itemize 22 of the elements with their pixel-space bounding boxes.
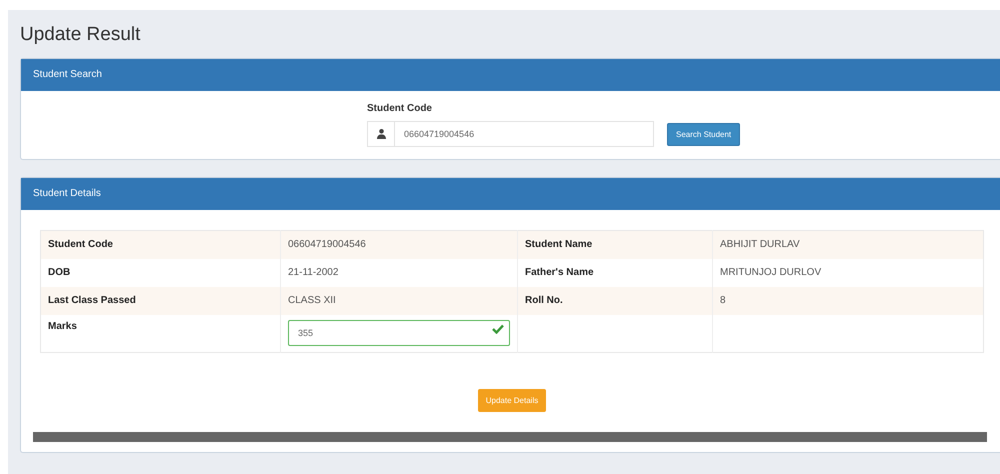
user-icon — [376, 129, 386, 139]
field-label: Student Code — [367, 103, 433, 114]
table-cell: 06604719004546 — [280, 230, 518, 258]
table-cell: Marks — [40, 314, 280, 352]
table-cell: Student Name — [518, 230, 712, 258]
table-cell: Roll No. — [518, 286, 712, 314]
table-cell: ABHIJIT DURLAV — [712, 230, 984, 258]
table-cell: 8 — [712, 286, 984, 314]
marks-field[interactable]: 355 — [288, 320, 510, 346]
table-cell: DOB — [40, 258, 280, 286]
table-cell: Student Code — [40, 230, 280, 258]
check-icon — [492, 324, 504, 334]
field-value: 06604719004546 — [404, 129, 474, 139]
table-cell: CLASS XII — [280, 286, 518, 314]
student-code-field[interactable]: 06604719004546 — [367, 121, 654, 147]
table-cell: Last Class Passed — [40, 286, 280, 314]
panel-heading: Student Search — [21, 59, 1000, 91]
page-title: Update Result — [20, 24, 142, 46]
scrollbar[interactable] — [33, 432, 987, 442]
panel-heading: Student Details — [21, 178, 1000, 210]
field-value: 355 — [298, 328, 314, 338]
search-student-button[interactable]: Search Student — [667, 122, 740, 146]
